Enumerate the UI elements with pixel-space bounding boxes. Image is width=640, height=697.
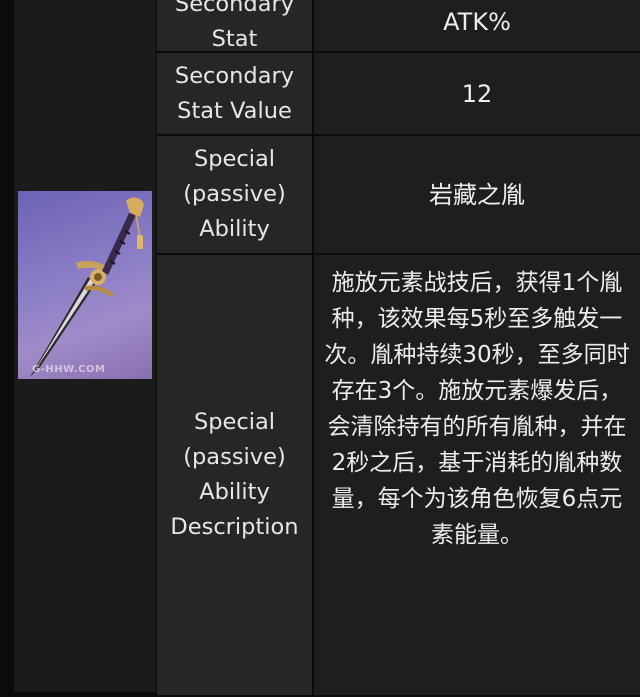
sword-icon — [30, 197, 144, 377]
label-secondary-stat-value: Secondary Stat Value — [157, 53, 314, 134]
label-special-ability-description: Special (passive) Ability Description — [157, 255, 314, 695]
value-special-ability: 岩藏之胤 — [314, 136, 640, 253]
value-secondary-stat-value: 12 — [314, 53, 640, 134]
row-secondary-stat: Secondary Stat ATK% — [157, 0, 640, 53]
weapon-image-column: G-HHW.COM — [14, 0, 158, 692]
row-special-ability-description: Special (passive) Ability Description 施放… — [157, 255, 640, 697]
weapon-thumbnail: G-HHW.COM — [18, 191, 152, 379]
weapon-info-table: G-HHW.COM Secondary Stat ATK% Secondary … — [14, 0, 640, 697]
row-secondary-stat-value: Secondary Stat Value 12 — [157, 53, 640, 136]
value-secondary-stat: ATK% — [314, 0, 640, 51]
watermark-text: G-HHW.COM — [32, 364, 106, 375]
row-special-ability: Special (passive) Ability 岩藏之胤 — [157, 136, 640, 255]
label-secondary-stat: Secondary Stat — [157, 0, 314, 52]
value-special-ability-description: 施放元素战技后，获得1个胤种，该效果每5秒至多触发一次。胤种持续30秒，至多同时… — [314, 255, 640, 695]
label-special-ability: Special (passive) Ability — [157, 136, 314, 253]
